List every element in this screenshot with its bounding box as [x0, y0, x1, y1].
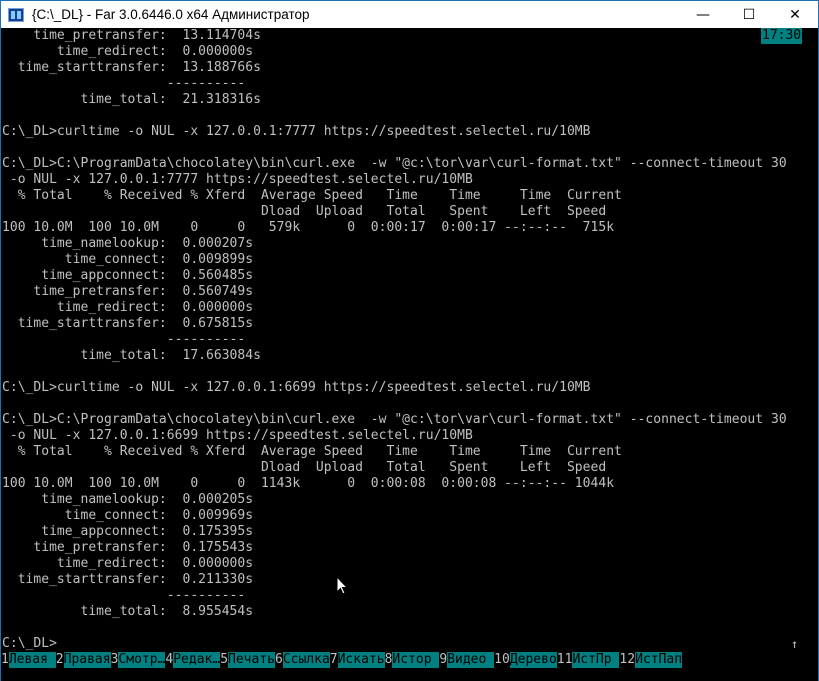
console-line: % Total % Received % Xferd Average Speed… [2, 444, 622, 459]
console-line: time_redirect: 0.000000s [2, 44, 254, 59]
fkey-label: Ссылка [282, 652, 330, 668]
console-line: time_total: 8.955454s [2, 604, 254, 619]
maximize-button[interactable]: ☐ [726, 1, 772, 28]
scrollbar[interactable] [802, 28, 818, 681]
title-bar[interactable]: {C:\_DL} - Far 3.0.6446.0 x64 Администра… [1, 1, 818, 28]
fkey-number: 2 [55, 652, 64, 668]
fkey-11[interactable]: 11 ИстПр [556, 652, 620, 668]
console-line: time_pretransfer: 13.114704s [2, 28, 261, 43]
fkey-8[interactable]: 8 Истор [384, 652, 440, 668]
function-key-bar: 1 Левая 2 Правая 3 Смотр… 4 Редак… 5 Печать 6 Ссыл… [1, 652, 802, 668]
fkey-label: Дерево [509, 652, 557, 668]
console-line: time_starttransfer: 0.211330s [2, 572, 254, 587]
fkey-label: Смотр… [118, 652, 166, 668]
close-button[interactable]: ✕ [772, 1, 818, 28]
minimize-button[interactable]: — [680, 1, 726, 28]
fkey-6[interactable]: 6 Ссылка [274, 652, 330, 668]
console-line: time_appconnect: 0.560485s [2, 268, 254, 283]
fkey-label: Истор [392, 652, 440, 668]
fkey-label: ИстПр [572, 652, 620, 668]
console-line: time_starttransfer: 13.188766s [2, 60, 261, 75]
scroll-up-arrow-icon[interactable]: ↑ [791, 636, 798, 652]
console-line: time_namelookup: 0.000205s [2, 492, 254, 507]
fkey-number: 4 [165, 652, 174, 668]
fkey-2[interactable]: 2 Правая [55, 652, 111, 668]
fkey-label: Редак… [173, 652, 221, 668]
console-line: time_total: 17.663084s [2, 348, 261, 363]
fkey-12[interactable]: 12 ИстПап [619, 652, 683, 668]
fkey-label: ИстПап [635, 652, 683, 668]
fkey-number: 5 [220, 652, 229, 668]
console-line: time_pretransfer: 0.560749s [2, 284, 254, 299]
console-line: % Total % Received % Xferd Average Speed… [2, 188, 622, 203]
fkey-number: 8 [384, 652, 393, 668]
console-line: time_total: 21.318316s [2, 92, 261, 107]
fkey-9[interactable]: 9 Видео [439, 652, 495, 668]
clock: 17:30 [761, 28, 802, 44]
console-line: C:\_DL>curltime -o NUL -x 127.0.0.1:6699… [2, 380, 591, 395]
far-app-icon[interactable] [8, 7, 24, 22]
fkey-4[interactable]: 4 Редак… [165, 652, 221, 668]
console-line: Dload Upload Total Spent Left Speed [2, 460, 607, 475]
window-title: {C:\_DL} - Far 3.0.6446.0 x64 Администра… [32, 7, 310, 22]
fkey-number: 12 [619, 652, 636, 668]
fkey-5[interactable]: 5 Печать [220, 652, 275, 668]
console-line: time_connect: 0.009899s [2, 252, 254, 267]
console-line: time_connect: 0.009969s [2, 508, 254, 523]
console-line: Dload Upload Total Spent Left Speed [2, 204, 607, 219]
console-line: -o NUL -x 127.0.0.1:6699 https://speedte… [2, 428, 473, 443]
console-line: time_namelookup: 0.000207s [2, 236, 254, 251]
console-line: ---------- [2, 588, 246, 603]
fkey-number: 9 [439, 652, 448, 668]
fkey-7[interactable]: 7 Искать [329, 652, 385, 668]
console-line: C:\_DL>curltime -o NUL -x 127.0.0.1:7777… [2, 124, 591, 139]
console-output[interactable]: C:\_DL> time_total: 8.955454s ----------… [1, 28, 802, 681]
fkey-1[interactable]: 1 Левая [1, 652, 56, 668]
console-line: 100 10.0M 100 10.0M 0 0 579k 0 0:00:17 0… [2, 220, 615, 235]
fkey-label: Печать [228, 652, 275, 668]
fkey-label: Искать [337, 652, 385, 668]
console-line: time_redirect: 0.000000s [2, 556, 254, 571]
fkey-10[interactable]: 10 Дерево [494, 652, 557, 668]
fkey-number: 1 [1, 652, 9, 668]
console-line: C:\_DL> [2, 636, 57, 651]
console-line: -o NUL -x 127.0.0.1:7777 https://speedte… [2, 172, 473, 187]
fkey-label: Правая [63, 652, 111, 668]
console-line: time_redirect: 0.000000s [2, 300, 254, 315]
fkey-label: Левая [8, 652, 56, 668]
fkey-3[interactable]: 3 Смотр… [110, 652, 166, 668]
console-line: C:\_DL>C:\ProgramData\chocolatey\bin\cur… [2, 412, 787, 427]
fkey-number: 11 [556, 652, 573, 668]
far-manager-window: {C:\_DL} - Far 3.0.6446.0 x64 Администра… [0, 0, 819, 681]
fkey-number: 10 [494, 652, 510, 668]
fkey-number: 7 [329, 652, 338, 668]
fkey-number: 3 [110, 652, 119, 668]
console-line: 100 10.0M 100 10.0M 0 0 1143k 0 0:00:08 … [2, 476, 615, 491]
fkey-label: Видео [447, 652, 495, 668]
fkey-number: 6 [274, 652, 283, 668]
console-line: ---------- [2, 76, 246, 91]
mouse-cursor-icon [336, 576, 348, 595]
console-line: time_starttransfer: 0.675815s [2, 316, 254, 331]
console-line: time_appconnect: 0.175395s [2, 524, 254, 539]
console-line: time_pretransfer: 0.175543s [2, 540, 254, 555]
console-line: ---------- [2, 332, 246, 347]
console-line: C:\_DL>C:\ProgramData\chocolatey\bin\cur… [2, 156, 787, 171]
